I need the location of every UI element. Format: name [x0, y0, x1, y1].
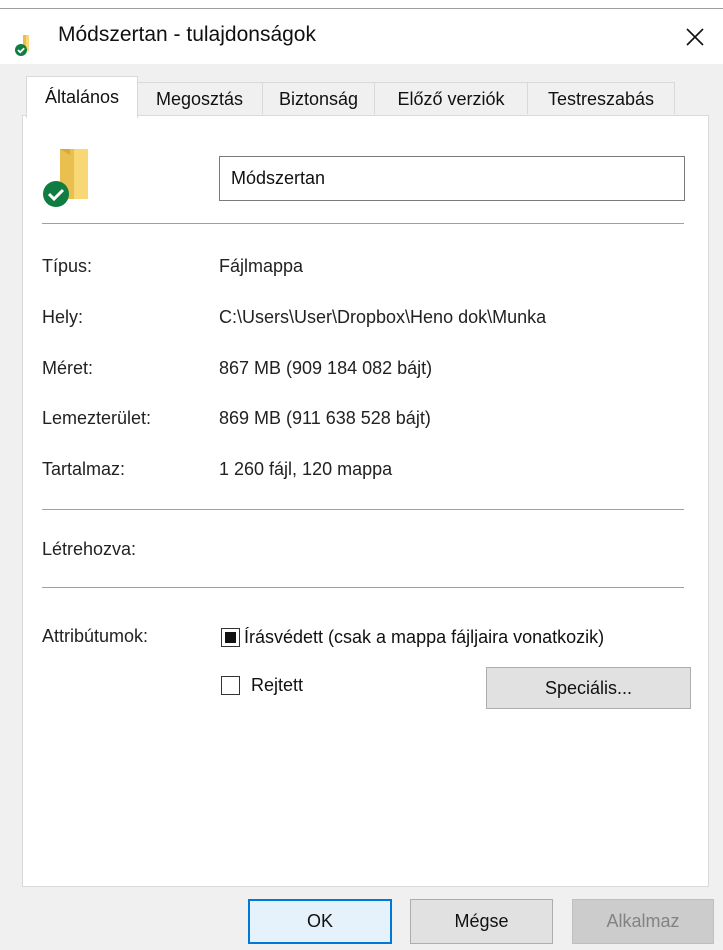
type-value: Fájlmappa	[219, 256, 304, 276]
close-button[interactable]	[667, 9, 723, 64]
created-label: Létrehozva:	[42, 539, 137, 559]
general-panel	[22, 115, 709, 887]
tab-label: Általános	[44, 87, 120, 107]
divider	[42, 223, 684, 224]
size-label: Méret:	[42, 358, 94, 378]
contains-value: 1 260 fájl, 120 mappa	[219, 459, 393, 479]
advanced-button[interactable]: Speciális...	[486, 667, 691, 709]
folder-name-input[interactable]	[219, 156, 685, 201]
readonly-label: Írásvédett (csak a mappa fájljaira vonat…	[244, 627, 605, 647]
location-value: C:\Users\User\Dropbox\Heno dok\Munka	[219, 307, 547, 327]
attributes-label: Attribútumok:	[42, 626, 149, 646]
tab-label: Előző verziók	[397, 89, 505, 109]
tab-general[interactable]: Általános	[26, 76, 138, 118]
divider	[42, 509, 684, 510]
tab-customize[interactable]: Testreszabás	[527, 82, 675, 114]
title-bar: Módszertan - tulajdonságok	[0, 9, 723, 64]
contains-label: Tartalmaz:	[42, 459, 126, 479]
hidden-checkbox[interactable]	[221, 676, 240, 695]
tab-previous-versions[interactable]: Előző verziók	[374, 82, 528, 114]
window-title: Módszertan - tulajdonságok	[58, 23, 316, 46]
tab-sharing[interactable]: Megosztás	[136, 82, 263, 114]
hidden-label: Rejtett	[251, 675, 304, 695]
folder-sync-icon	[15, 35, 29, 56]
type-label: Típus:	[42, 256, 93, 276]
close-icon	[686, 27, 704, 46]
background-window-strip	[0, 0, 723, 8]
location-label: Hely:	[42, 307, 84, 327]
ok-button[interactable]: OK	[248, 899, 392, 944]
folder-sync-icon	[43, 149, 88, 207]
disk-size-label: Lemezterület:	[42, 408, 152, 428]
apply-button[interactable]: Alkalmaz	[572, 899, 714, 944]
size-value: 867 MB (909 184 082 bájt)	[219, 358, 433, 378]
tab-security[interactable]: Biztonság	[262, 82, 375, 114]
indeterminate-mark	[225, 632, 236, 643]
cancel-button[interactable]: Mégse	[410, 899, 553, 944]
tab-label: Testreszabás	[547, 89, 655, 109]
tab-label: Biztonság	[278, 89, 359, 109]
readonly-checkbox[interactable]	[221, 628, 240, 647]
tab-label: Megosztás	[155, 89, 244, 109]
disk-size-value: 869 MB (911 638 528 bájt)	[219, 408, 431, 428]
divider	[42, 587, 684, 588]
tab-strip: Megosztás Biztonság Előző verziók Testre…	[0, 64, 723, 118]
